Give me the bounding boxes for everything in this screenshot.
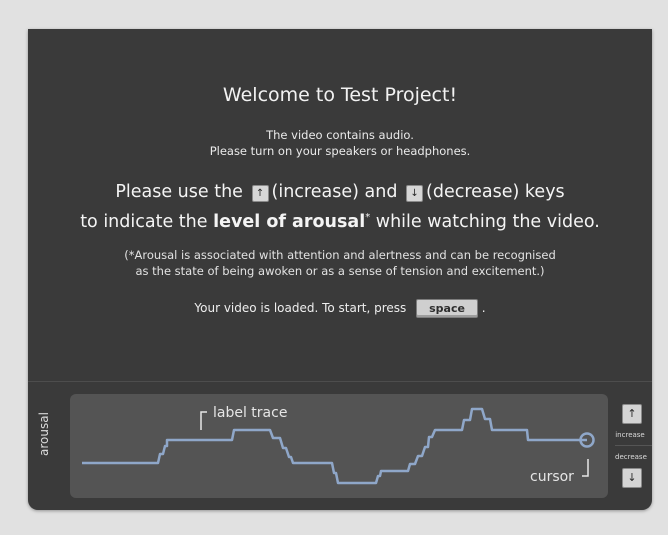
audio-line-1: The video contains audio. bbox=[266, 128, 414, 142]
space-key-button[interactable]: space bbox=[416, 299, 478, 318]
label-trace-bracket bbox=[200, 411, 207, 430]
cursor-annotation: cursor bbox=[530, 469, 574, 485]
decrease-arrow-icon[interactable]: ↓ bbox=[622, 468, 642, 488]
arousal-axis-label: arousal bbox=[37, 412, 51, 456]
instruction-part2-post: while watching the video. bbox=[375, 211, 600, 232]
arousal-trace-line bbox=[82, 407, 587, 485]
instructions: Please use the ↑ (increase) and ↓ (decreas… bbox=[28, 179, 652, 235]
increase-arrow-icon[interactable]: ↑ bbox=[622, 404, 642, 424]
asterisk: * bbox=[365, 212, 371, 223]
decrease-label: decrease bbox=[615, 453, 647, 461]
increase-text: (increase) and bbox=[271, 182, 398, 202]
note-line-2: as the state of being awoken or as a sen… bbox=[135, 264, 545, 278]
note-line-1: (*Arousal is associated with attention a… bbox=[124, 248, 556, 262]
cursor-bracket bbox=[582, 459, 589, 477]
arousal-note: (*Arousal is associated with attention a… bbox=[28, 247, 652, 279]
audio-line-2: Please turn on your speakers or headphon… bbox=[209, 144, 471, 158]
label-trace-graphic bbox=[82, 407, 595, 485]
instruction-line-2: to indicate the level of arousal* while … bbox=[28, 205, 652, 235]
start-text: Your video is loaded. To start, press bbox=[194, 301, 407, 315]
up-arrow-key-icon: ↑ bbox=[251, 185, 269, 202]
main-panel: Welcome to Test Project! The video conta… bbox=[28, 29, 652, 510]
instruction-part2-pre: to indicate the bbox=[80, 211, 208, 232]
instruction-line-1: Please use the ↑ (increase) and ↓ (decreas… bbox=[28, 179, 652, 205]
down-arrow-key-icon: ↓ bbox=[406, 185, 424, 202]
decrease-text: (decrease) keys bbox=[426, 182, 565, 202]
level-of-arousal: level of arousal bbox=[213, 211, 366, 232]
increase-label: increase bbox=[615, 431, 645, 439]
instruction-part1: Please use the bbox=[115, 182, 243, 202]
label-trace-annotation: label trace bbox=[213, 405, 288, 421]
controls-separator bbox=[615, 445, 652, 446]
label-trace-area: label trace cursor bbox=[70, 394, 608, 498]
arousal-controls: ↑ increase decrease ↓ bbox=[615, 394, 652, 498]
divider bbox=[28, 381, 652, 382]
start-period: . bbox=[481, 301, 486, 315]
welcome-title: Welcome to Test Project! bbox=[222, 84, 458, 106]
audio-notice: The video contains audio. Please turn on… bbox=[28, 127, 652, 159]
start-prompt: Your video is loaded. To start, press sp… bbox=[28, 299, 652, 318]
